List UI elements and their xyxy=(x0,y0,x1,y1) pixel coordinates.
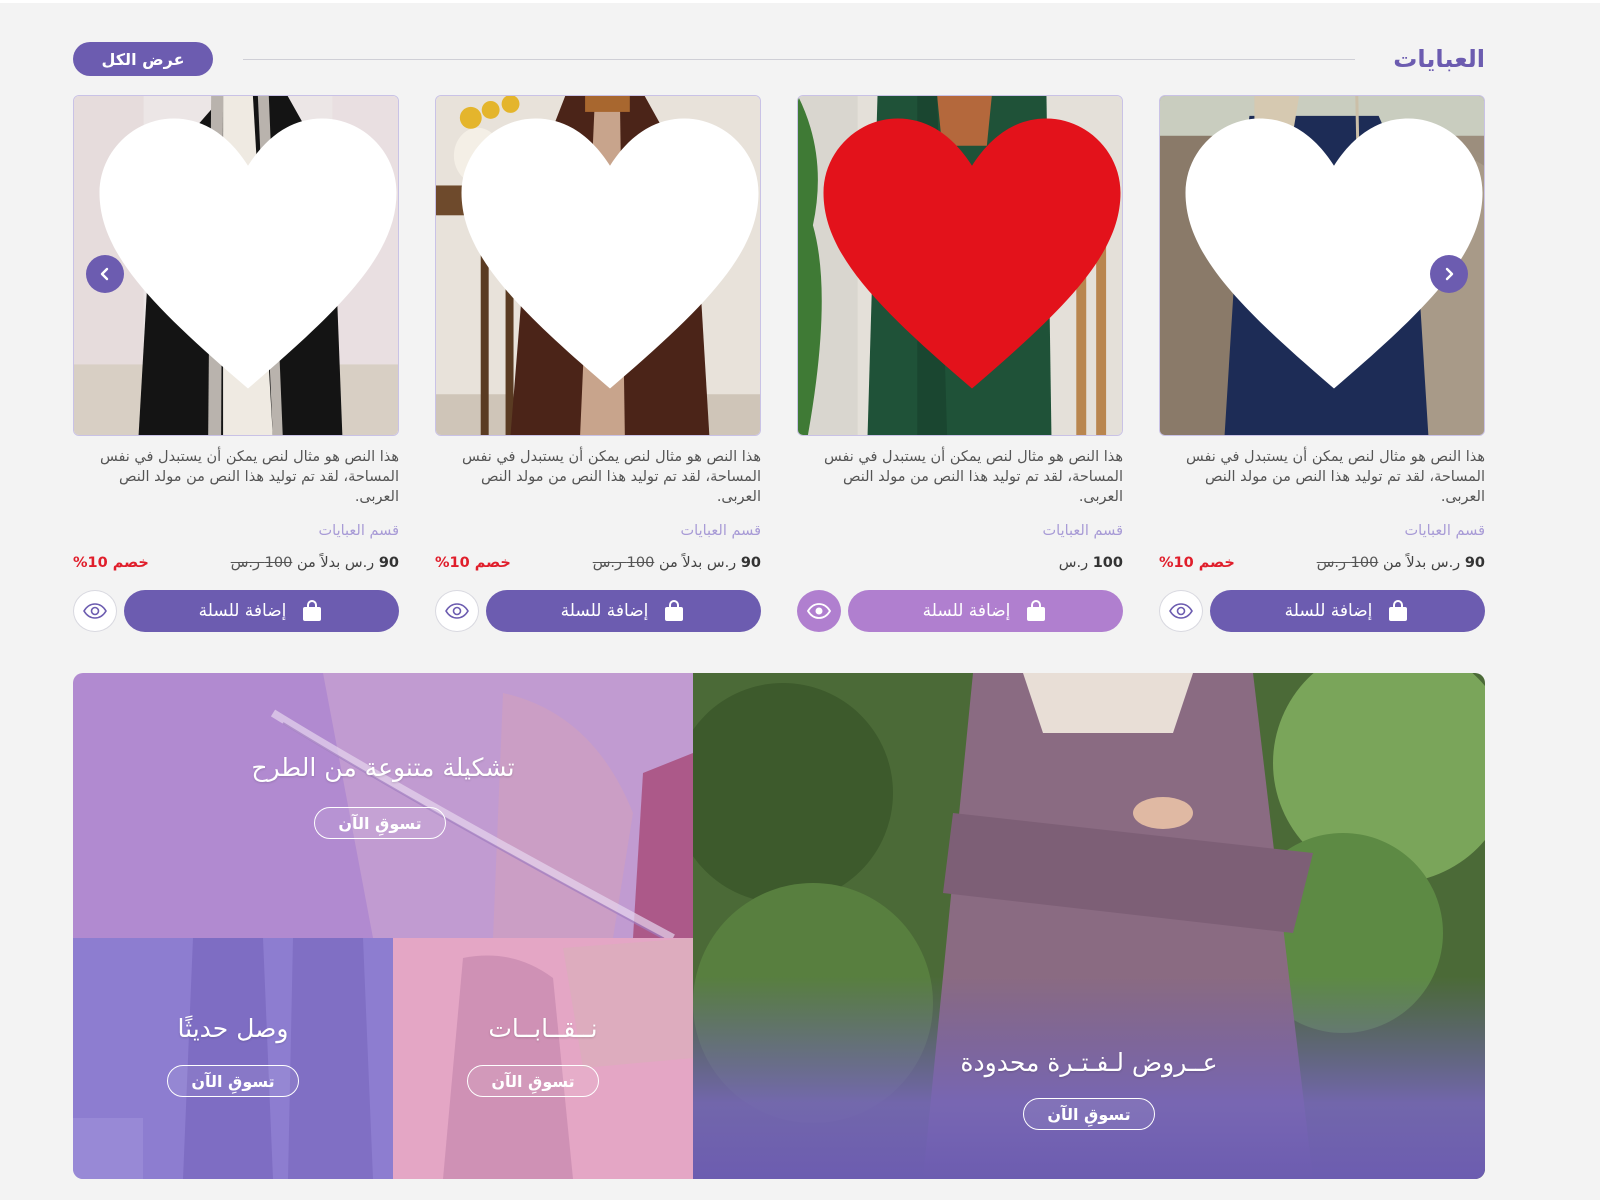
product-category[interactable]: قسم العبايات xyxy=(1043,523,1123,539)
shop-now-button[interactable]: تسوقِ الآن xyxy=(314,807,446,839)
chevron-right-icon xyxy=(1445,267,1454,281)
product-carousel: هذا النص هو مثال لنص يمكن أن يستبدل في ن… xyxy=(73,95,1485,635)
product-image[interactable] xyxy=(435,95,761,436)
shopping-bag-icon xyxy=(1389,600,1408,621)
old-price: 100 ر.س xyxy=(1316,555,1379,571)
header-divider xyxy=(243,59,1355,60)
shopping-bag-icon xyxy=(303,600,322,621)
discount-badge: خصم 10% xyxy=(435,555,511,571)
quick-view-button[interactable] xyxy=(1159,590,1203,632)
price-text: ر.س بدلاً من xyxy=(658,555,737,571)
price-value: 90 xyxy=(1464,555,1485,571)
shop-now-button[interactable]: تسوقِ الآن xyxy=(167,1065,299,1097)
new-arrivals-image xyxy=(73,938,393,1179)
product-price: 90 ر.س بدلاً من 100 ر.س xyxy=(231,555,399,571)
add-to-cart-label: إضافة للسلة xyxy=(560,601,649,621)
eye-icon xyxy=(807,603,831,619)
old-price: 100 ر.س xyxy=(230,555,293,571)
promo-banners: تشكيلة متنوعة من الطرح تسوقِ الآن وصل حد… xyxy=(73,673,1485,1179)
price-value: 90 xyxy=(378,555,399,571)
add-to-cart-button[interactable]: إضافة للسلة xyxy=(124,590,399,632)
scarves-image xyxy=(73,673,693,938)
view-all-button[interactable]: عرض الكل xyxy=(73,42,213,76)
add-to-cart-button[interactable]: إضافة للسلة xyxy=(848,590,1123,632)
eye-icon xyxy=(1169,603,1193,619)
carousel-next-button[interactable] xyxy=(1430,255,1468,293)
add-to-cart-label: إضافة للسلة xyxy=(198,601,287,621)
product-card: هذا النص هو مثال لنص يمكن أن يستبدل في ن… xyxy=(797,95,1123,635)
heart-icon[interactable] xyxy=(448,95,761,423)
heart-icon[interactable] xyxy=(810,95,1123,423)
add-to-cart-label: إضافة للسلة xyxy=(922,601,1011,621)
chevron-left-icon xyxy=(100,267,109,281)
banner-title: عــروض لـفـتـرة محدودة xyxy=(960,1048,1218,1077)
banner-scarves[interactable]: تشكيلة متنوعة من الطرح تسوقِ الآن xyxy=(73,673,693,938)
price-value: 100 xyxy=(1092,555,1123,571)
product-card: هذا النص هو مثال لنص يمكن أن يستبدل في ن… xyxy=(435,95,761,635)
shopping-bag-icon xyxy=(1027,600,1046,621)
old-price: 100 ر.س xyxy=(592,555,655,571)
add-to-cart-button[interactable]: إضافة للسلة xyxy=(1210,590,1485,632)
add-to-cart-label: إضافة للسلة xyxy=(1284,601,1373,621)
product-card: هذا النص هو مثال لنص يمكن أن يستبدل في ن… xyxy=(73,95,399,635)
banner-offers[interactable]: عــروض لـفـتـرة محدودة تسوقِ الآن xyxy=(693,673,1485,1179)
eye-icon xyxy=(445,603,469,619)
banner-new-arrivals[interactable]: وصل حديثًا تسوقِ الآن xyxy=(73,938,393,1179)
product-description: هذا النص هو مثال لنص يمكن أن يستبدل في ن… xyxy=(99,449,399,505)
niqabs-image xyxy=(393,938,693,1179)
product-image[interactable] xyxy=(797,95,1123,436)
banner-title: نــقــابــات xyxy=(488,1014,598,1043)
banner-title: تشكيلة متنوعة من الطرح xyxy=(251,753,515,782)
section-title: العبايات xyxy=(1393,45,1485,73)
discount-badge: خصم 10% xyxy=(73,555,149,571)
quick-view-button[interactable] xyxy=(435,590,479,632)
quick-view-button[interactable] xyxy=(73,590,117,632)
heart-icon[interactable] xyxy=(86,95,399,423)
product-price: 90 ر.س بدلاً من 100 ر.س xyxy=(1317,555,1485,571)
product-description: هذا النص هو مثال لنص يمكن أن يستبدل في ن… xyxy=(1185,449,1485,505)
section-header: عرض الكل العبايات xyxy=(73,42,1485,76)
shop-now-button[interactable]: تسوقِ الآن xyxy=(1023,1098,1155,1130)
top-bar xyxy=(0,0,1600,3)
price-text: ر.س بدلاً من xyxy=(296,555,375,571)
eye-icon xyxy=(83,603,107,619)
discount-badge: خصم 10% xyxy=(1159,555,1235,571)
shop-now-button[interactable]: تسوقِ الآن xyxy=(467,1065,599,1097)
price-text: ر.س بدلاً من xyxy=(1382,555,1461,571)
product-description: هذا النص هو مثال لنص يمكن أن يستبدل في ن… xyxy=(823,449,1123,505)
product-price: 90 ر.س بدلاً من 100 ر.س xyxy=(593,555,761,571)
shopping-bag-icon xyxy=(665,600,684,621)
product-description: هذا النص هو مثال لنص يمكن أن يستبدل في ن… xyxy=(461,449,761,505)
product-price: 100 ر.س xyxy=(1059,555,1123,571)
product-category[interactable]: قسم العبايات xyxy=(319,523,399,539)
price-text: ر.س xyxy=(1058,555,1089,571)
product-card: هذا النص هو مثال لنص يمكن أن يستبدل في ن… xyxy=(1159,95,1485,635)
banner-title: وصل حديثًا xyxy=(177,1014,289,1043)
add-to-cart-button[interactable]: إضافة للسلة xyxy=(486,590,761,632)
carousel-prev-button[interactable] xyxy=(86,255,124,293)
price-value: 90 xyxy=(740,555,761,571)
banner-niqabs[interactable]: نــقــابــات تسوقِ الآن xyxy=(393,938,693,1179)
product-category[interactable]: قسم العبايات xyxy=(681,523,761,539)
quick-view-button[interactable] xyxy=(797,590,841,632)
product-category[interactable]: قسم العبايات xyxy=(1405,523,1485,539)
